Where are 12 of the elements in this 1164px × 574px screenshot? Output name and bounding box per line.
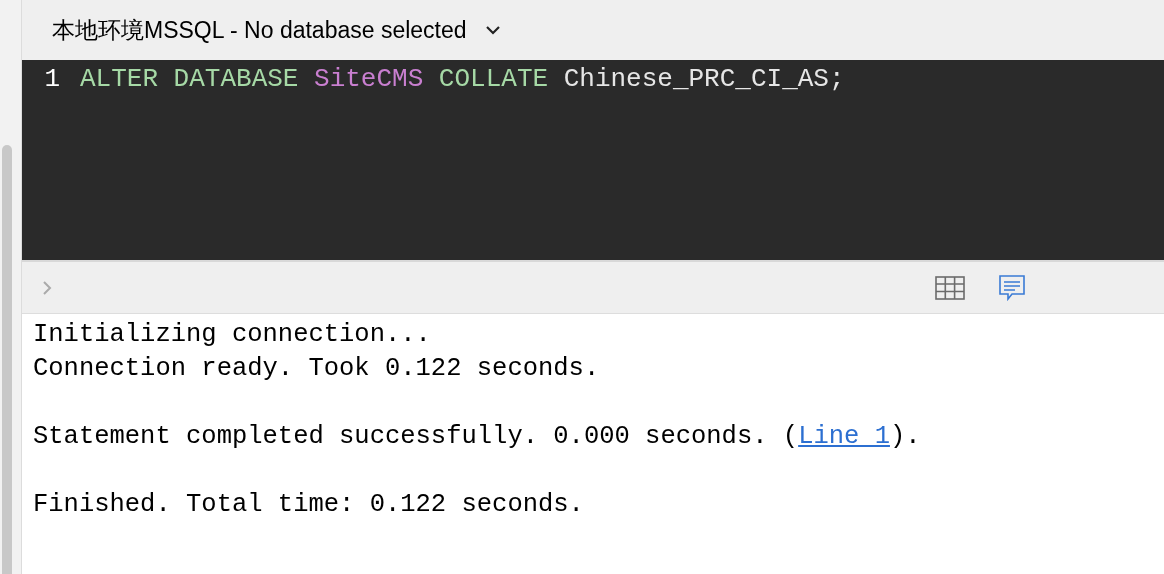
output-line: Initializing connection... <box>33 319 432 351</box>
messages-view-button[interactable] <box>999 274 1025 301</box>
scrollbar-thumb[interactable] <box>2 145 12 574</box>
grid-view-button[interactable] <box>935 275 965 300</box>
chevron-down-icon <box>484 25 501 35</box>
output-line: Statement completed successfully. 0.000 seconds. (Line 1). <box>33 421 922 453</box>
line-link[interactable]: Line 1 <box>798 422 890 451</box>
code-line: ALTER DATABASE SiteCMS COLLATE Chinese_PRC_CI_AS; <box>80 62 845 96</box>
output-line: Finished. Total time: 0.122 seconds. <box>33 489 585 521</box>
line-number: 1 <box>43 62 61 96</box>
chevron-right-icon[interactable] <box>42 279 52 296</box>
output-line: Connection ready. Took 0.122 seconds. <box>33 353 601 385</box>
